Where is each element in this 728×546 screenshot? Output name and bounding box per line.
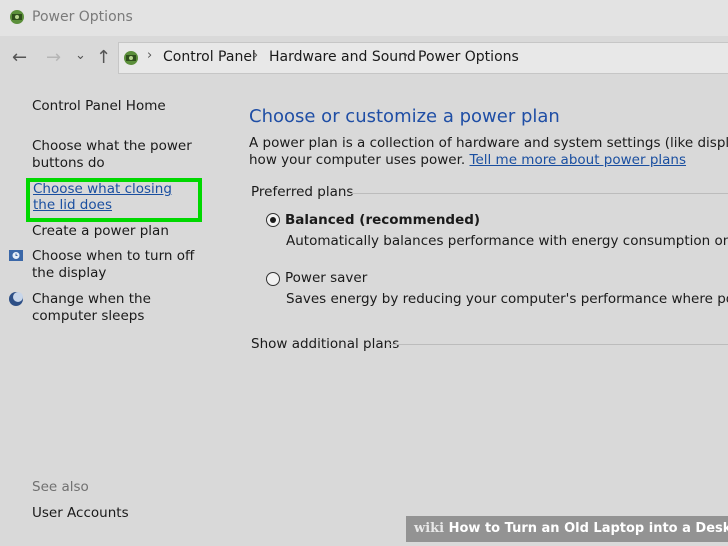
title-bar: Power Options: [0, 0, 728, 36]
sidebar-item-control-panel-home[interactable]: Control Panel Home: [32, 98, 212, 115]
plan-name-power-saver[interactable]: Power saver: [285, 270, 367, 286]
sidebar-item-create-power-plan[interactable]: Create a power plan: [32, 223, 212, 240]
plan-desc-power-saver: Saves energy by reducing your computer's…: [286, 291, 728, 307]
sidebar-item-user-accounts[interactable]: User Accounts: [32, 505, 129, 521]
sidebar-item-closing-lid[interactable]: Choose what closing the lid does: [33, 181, 198, 213]
sidebar-item-power-buttons[interactable]: Choose what the power buttons do: [32, 138, 192, 172]
see-also-heading: See also: [32, 479, 89, 495]
moon-sleep-icon: [9, 292, 23, 306]
page-title: Choose or customize a power plan: [249, 106, 560, 127]
power-saver-radio[interactable]: [266, 272, 280, 286]
intro-line-1: A power plan is a collection of hardware…: [249, 135, 728, 151]
up-arrow-icon[interactable]: ↑: [96, 48, 111, 68]
breadcrumb-separator[interactable]: ›: [253, 48, 258, 63]
display-clock-icon: [9, 250, 23, 261]
watermark-wiki: wiki: [414, 521, 445, 536]
breadcrumb-separator[interactable]: ›: [147, 48, 152, 63]
back-arrow-icon[interactable]: ←: [12, 48, 27, 68]
sidebar-item-computer-sleeps[interactable]: Change when the computer sleeps: [32, 291, 207, 325]
forward-arrow-icon[interactable]: →: [46, 48, 61, 68]
plan-name-balanced[interactable]: Balanced (recommended): [285, 212, 480, 228]
address-bar[interactable]: › Control Panel › Hardware and Sound › P…: [118, 42, 728, 74]
balanced-radio[interactable]: [266, 213, 280, 227]
watermark: wiki How to Turn an Old Laptop into a De…: [406, 516, 728, 542]
breadcrumb-control-panel[interactable]: Control Panel: [163, 49, 256, 65]
control-panel-icon: [124, 51, 138, 65]
sidebar-item-turn-off-display[interactable]: Choose when to turn off the display: [32, 248, 207, 282]
breadcrumb-separator[interactable]: ›: [403, 48, 408, 63]
additional-plans-divider: [388, 344, 728, 345]
breadcrumb-power-options[interactable]: Power Options: [418, 49, 519, 65]
window-title: Power Options: [32, 9, 133, 25]
plan-desc-balanced: Automatically balances performance with …: [286, 233, 728, 249]
breadcrumb-hardware-and-sound[interactable]: Hardware and Sound: [269, 49, 416, 65]
preferred-plans-label: Preferred plans: [251, 184, 354, 200]
power-options-icon: [10, 10, 24, 24]
recent-locations-chevron-icon[interactable]: ⌄: [75, 46, 86, 66]
intro-text: A power plan is a collection of hardware…: [249, 135, 728, 169]
preferred-plans-divider: [350, 193, 728, 194]
watermark-text: How to Turn an Old Laptop into a Desktop: [448, 521, 728, 536]
tell-me-more-link[interactable]: Tell me more about power plans: [470, 152, 687, 168]
show-additional-plans-toggle[interactable]: Show additional plans: [251, 336, 399, 352]
intro-line-2: how your computer uses power.: [249, 152, 466, 168]
